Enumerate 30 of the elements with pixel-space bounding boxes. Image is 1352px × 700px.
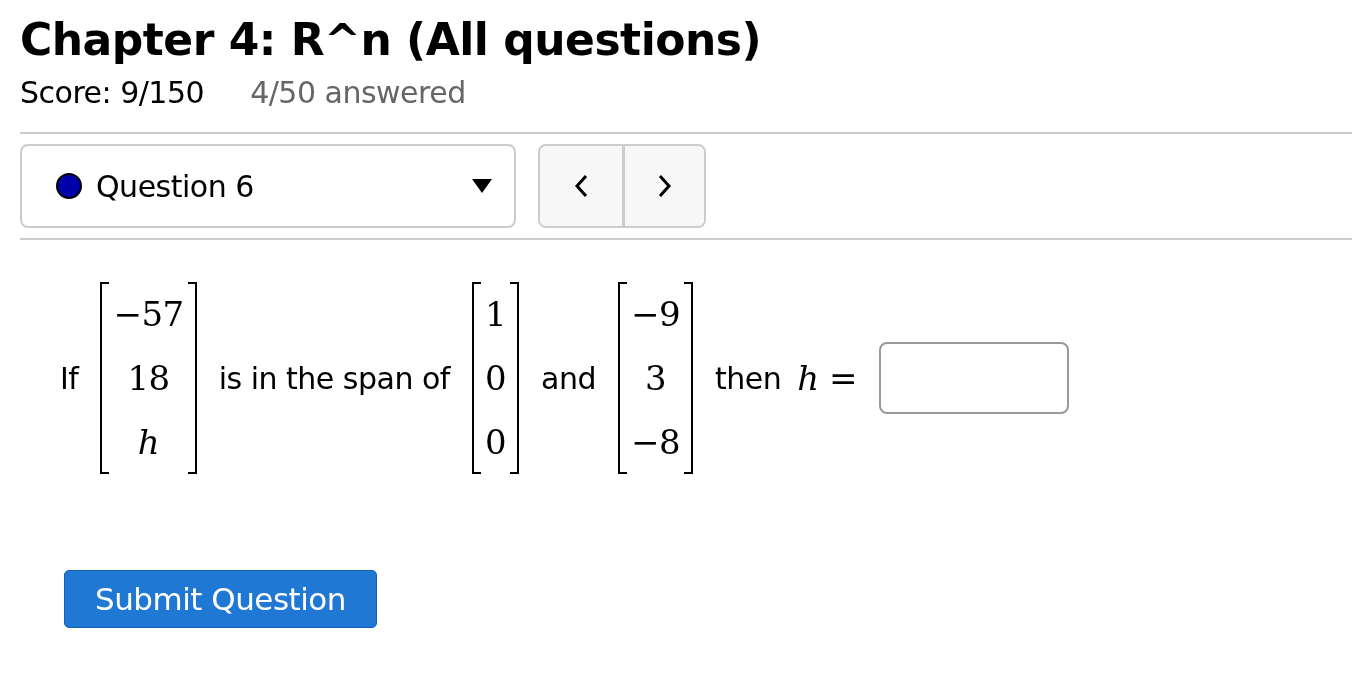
math-expression: h = xyxy=(797,358,858,398)
bracket-icon xyxy=(617,282,627,474)
page-title: Chapter 4: R^n (All questions) xyxy=(20,14,763,65)
matrix-entry: 1 xyxy=(484,293,506,336)
next-button[interactable] xyxy=(622,146,704,226)
chevron-right-icon xyxy=(657,174,672,198)
chevron-left-icon xyxy=(574,174,588,198)
matrix-entry: −57 xyxy=(113,293,184,336)
matrix-entry: h xyxy=(137,421,160,464)
question-text: and xyxy=(541,360,596,396)
matrix-entry: 0 xyxy=(484,421,506,464)
caret-icon xyxy=(472,179,492,193)
matrix-entry: 3 xyxy=(644,357,667,400)
submit-button[interactable]: Submit Question xyxy=(64,570,377,628)
matrix-entry: 18 xyxy=(127,357,170,400)
bracket-icon xyxy=(187,282,197,474)
bracket-icon xyxy=(684,282,694,474)
bracket-icon xyxy=(471,282,481,474)
matrix-entry: 0 xyxy=(484,357,506,400)
matrix-entry: −9 xyxy=(630,293,681,336)
progress-text: 4/50 answered xyxy=(250,75,466,110)
matrix-entry: −8 xyxy=(630,421,681,464)
bracket-icon xyxy=(510,282,519,474)
question-dropdown[interactable]: Question 6 xyxy=(20,144,516,228)
question-text: is in the span of xyxy=(218,360,450,396)
bracket-icon xyxy=(100,282,110,474)
answer-field[interactable] xyxy=(879,342,1070,414)
score-text: Score: 9/150 xyxy=(20,75,205,110)
question-text: then xyxy=(715,360,782,396)
question-text: If xyxy=(60,360,79,396)
